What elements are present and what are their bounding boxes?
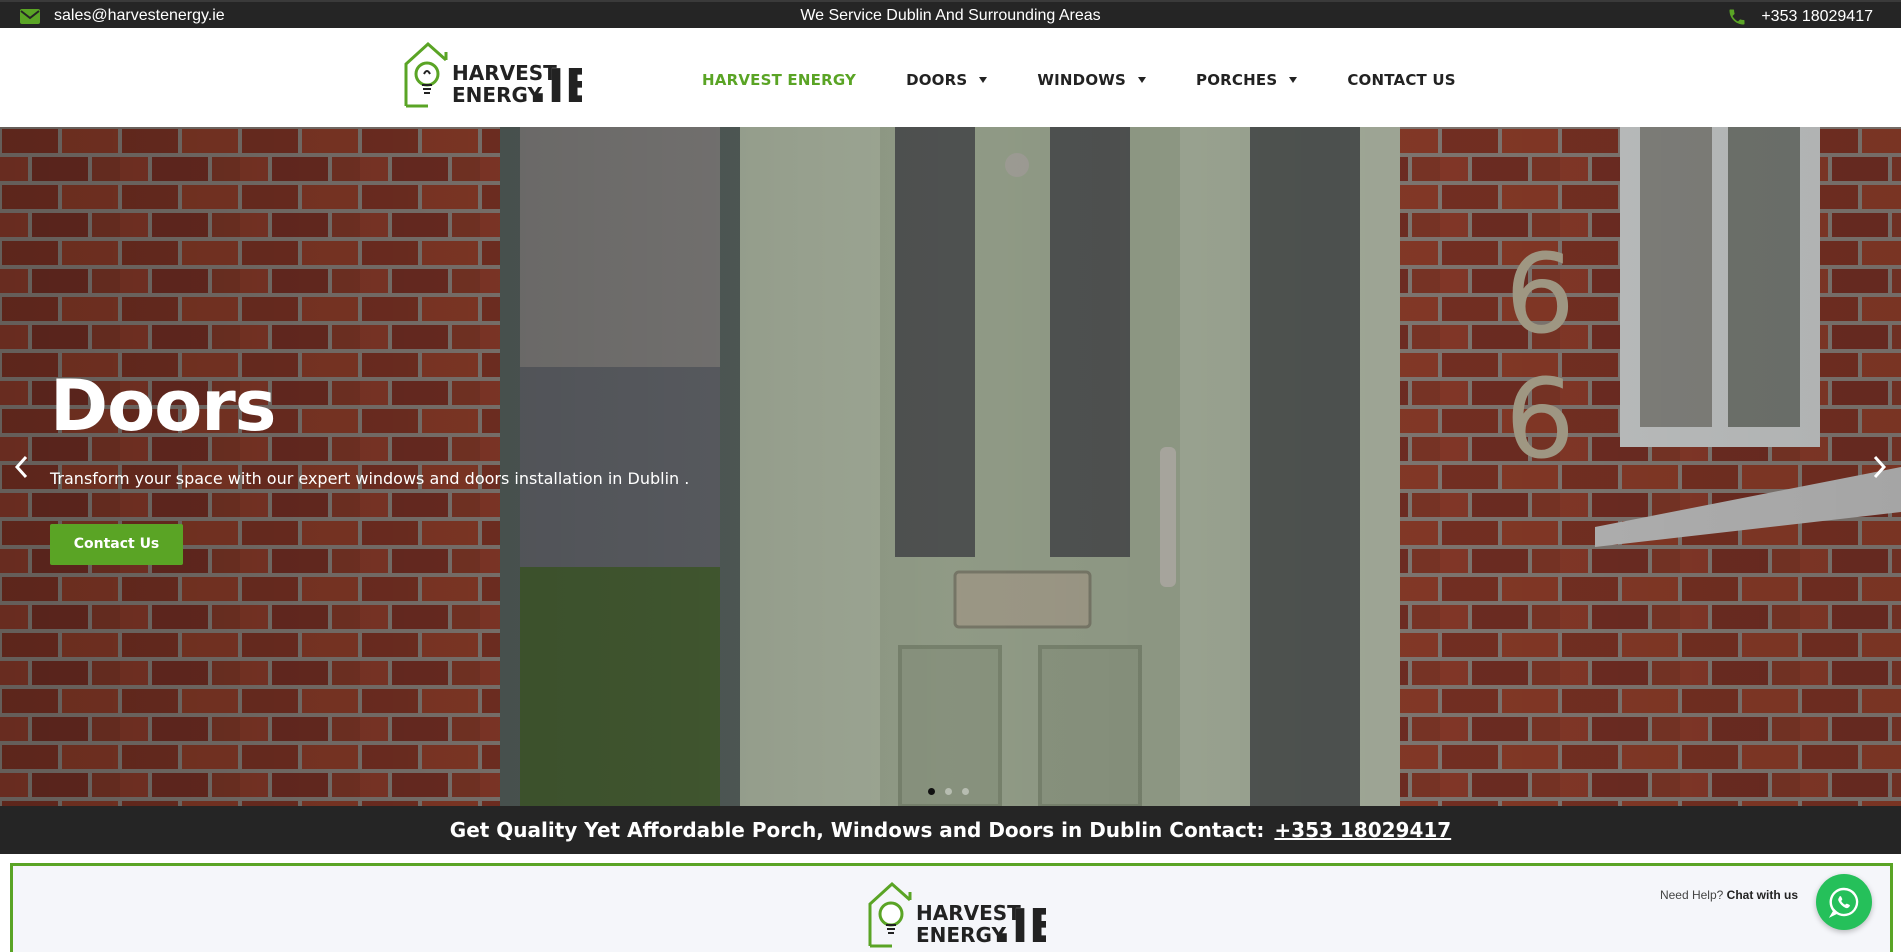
logo-line2: ENERGY	[452, 83, 542, 107]
logo-suffix: .IE	[530, 59, 582, 110]
hero-subtitle: Transform your space with our expert win…	[50, 469, 690, 488]
nav-item-windows[interactable]: WINDOWS	[1037, 71, 1147, 89]
footer-logo[interactable]: HARVEST ENERGY .IE	[866, 878, 1060, 952]
nav-item-porches[interactable]: PORCHES	[1196, 71, 1298, 89]
slider-next-arrow[interactable]	[1869, 454, 1889, 480]
whatsapp-chat-button[interactable]	[1816, 874, 1872, 930]
slider-dot-3[interactable]	[962, 788, 969, 795]
service-area-text: We Service Dublin And Surrounding Areas	[800, 7, 1101, 24]
chat-prefix: Need Help?	[1659, 888, 1724, 902]
topbar-phone[interactable]: +353 18029417	[1727, 7, 1873, 27]
banner-text: Get Quality Yet Affordable Porch, Window…	[449, 818, 1265, 842]
top-bar: sales@harvestenergy.ie We Service Dublin…	[0, 0, 1901, 28]
nav-item-contact-us[interactable]: CONTACT US	[1347, 71, 1455, 89]
hero-title: Doors	[50, 365, 276, 447]
chat-help-text[interactable]: Need Help? Chat with us	[1660, 888, 1798, 902]
footer-logo-suffix: .IE	[994, 899, 1046, 950]
chat-label: Chat with us	[1726, 888, 1798, 902]
slider-prev-arrow[interactable]	[12, 454, 32, 480]
banner-phone-link[interactable]: +353 18029417	[1274, 818, 1451, 842]
phone-icon	[1727, 7, 1747, 27]
footer-logo-line2: ENERGY	[916, 923, 1006, 947]
phone-link[interactable]: +353 18029417	[1761, 8, 1873, 26]
hero-slider: 6 6 Doors Transform your space with our …	[0, 127, 1901, 806]
site-logo[interactable]: HARVEST ENERGY .IE	[402, 38, 596, 113]
nav-item-doors[interactable]: DOORS	[906, 71, 988, 89]
slider-dot-1[interactable]	[928, 788, 935, 795]
caret-down-icon	[1138, 77, 1147, 83]
whatsapp-icon	[1828, 887, 1859, 918]
main-nav: HARVEST ENERGY DOORS WINDOWS PORCHES CON…	[702, 71, 1506, 89]
contact-us-button[interactable]: Contact Us	[50, 524, 183, 565]
hero-background-image: 6 6	[0, 127, 1901, 806]
contact-banner: Get Quality Yet Affordable Porch, Window…	[0, 806, 1901, 854]
slider-dot-2[interactable]	[945, 788, 952, 795]
nav-item-harvest-energy[interactable]: HARVEST ENERGY	[702, 71, 856, 89]
site-header: HARVEST ENERGY .IE HARVEST ENERGY DOORS …	[0, 28, 1901, 127]
caret-down-icon	[979, 77, 988, 83]
chevron-left-icon	[14, 455, 28, 479]
lower-section: HARVEST ENERGY .IE Need Help? Chat with …	[10, 863, 1893, 952]
caret-down-icon	[1289, 77, 1298, 83]
chevron-right-icon	[1873, 455, 1887, 479]
slider-pagination	[928, 788, 969, 795]
